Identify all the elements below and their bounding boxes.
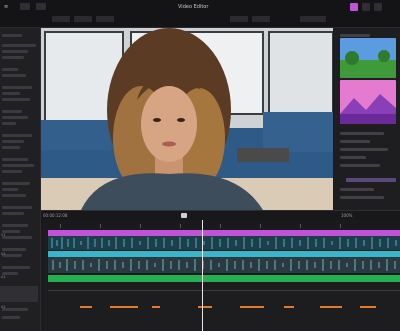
menu-file[interactable]: ≡ [4,4,8,10]
thumbnail-landscape[interactable] [340,38,396,78]
timeline-clip-waveform[interactable] [48,236,400,250]
workspace-switch-button[interactable] [20,3,30,10]
list-item[interactable] [2,110,22,113]
list-item[interactable] [2,50,28,53]
tool-selection[interactable] [52,16,70,22]
timeline-marker[interactable] [152,306,160,308]
list-item[interactable] [2,316,20,319]
timeline-marker[interactable] [198,306,212,308]
app-title: Video Editor [178,4,209,10]
timeline-marker[interactable] [240,306,264,308]
deliver-page-icon[interactable] [374,3,382,11]
list-item[interactable] [340,188,374,191]
list-item[interactable] [2,134,32,137]
tool-snap[interactable] [230,16,248,22]
list-item[interactable] [2,98,30,101]
list-item[interactable] [2,224,28,227]
viewer-frame-image [41,28,334,210]
fairlight-page-icon[interactable] [362,3,370,11]
list-item[interactable] [2,266,30,269]
tool-zoom[interactable] [300,16,326,22]
layout-button[interactable] [36,3,46,10]
tool-trim[interactable] [74,16,92,22]
play-icon[interactable] [181,213,187,218]
timeline-marker[interactable] [80,306,92,308]
list-item[interactable] [2,206,32,209]
list-item[interactable] [2,164,34,167]
program-viewer[interactable] [41,28,334,210]
list-item[interactable] [340,164,380,167]
list-item[interactable] [2,68,18,71]
list-item[interactable] [2,122,16,125]
list-item[interactable] [340,132,384,135]
tool-link[interactable] [252,16,270,22]
list-item[interactable] [2,146,20,149]
list-item[interactable] [340,140,370,143]
thumbnail-mountains[interactable] [340,80,396,124]
list-item[interactable] [2,170,22,173]
inspector-panel [334,28,400,214]
track-label-a2: A2 [1,305,6,309]
list-item[interactable] [2,188,18,191]
list-item[interactable] [2,248,26,251]
timeline-marker[interactable] [284,306,294,308]
timeline-clip-audio-waveform[interactable] [48,257,400,273]
playhead[interactable] [202,220,203,331]
list-item[interactable] [2,92,20,95]
media-pool-panel [0,28,41,331]
list-item[interactable] [2,74,26,77]
timeline-marker[interactable] [110,306,138,308]
track-label-a1: A1 [1,275,6,279]
list-item[interactable] [2,44,36,47]
track-label-v1: V1 [1,233,6,237]
panel-header [2,34,22,37]
list-item[interactable] [2,194,26,197]
list-item[interactable] [2,212,24,215]
zoom-level: 100% [341,213,353,218]
list-item[interactable] [2,56,24,59]
timeline-marker[interactable] [320,306,342,308]
list-item[interactable] [340,148,388,151]
tool-blade[interactable] [96,16,114,22]
timeline-clip-a1[interactable] [48,275,400,282]
list-item[interactable] [2,182,30,185]
top-bar: ≡ Video Editor [0,0,400,28]
panel-header [340,34,370,37]
color-page-icon[interactable] [350,3,358,11]
track-label-v2: V2 [1,252,6,256]
list-item[interactable] [2,116,28,119]
timecode-display: 00:00:12:08 [43,213,68,218]
list-item[interactable] [2,158,28,161]
selected-bin[interactable] [0,286,38,302]
list-item[interactable] [2,86,32,89]
timeline-marker[interactable] [360,306,376,308]
slider[interactable] [346,178,396,182]
list-item[interactable] [2,140,24,143]
list-item[interactable] [340,196,384,199]
list-item[interactable] [340,156,366,159]
timeline-divider [48,290,400,291]
